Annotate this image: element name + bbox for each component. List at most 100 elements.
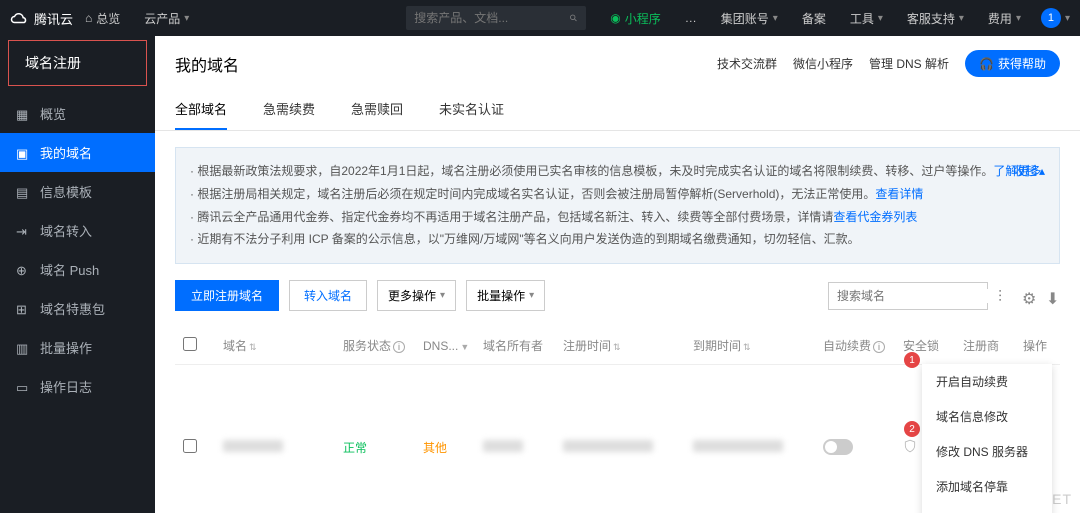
user-avatar[interactable]: 1: [1041, 8, 1061, 28]
filter-icon: ▼: [460, 342, 469, 352]
tab-unverified[interactable]: 未实名认证: [439, 89, 504, 130]
chevron-down-icon: ▾: [1016, 13, 1021, 24]
dd-download-cert[interactable]: 下载域名证书: [922, 504, 1052, 513]
page-header: 我的域名 技术交流群 微信小程序 管理 DNS 解析 🎧 获得帮助: [155, 36, 1080, 77]
annotation-badge-2: 2: [904, 421, 920, 437]
dd-modify-info[interactable]: 域名信息修改: [922, 399, 1052, 434]
th-ops: 操作: [1015, 337, 1060, 354]
sidebar-item-package[interactable]: ⊞域名特惠包: [0, 289, 155, 328]
more-dropdown: 开启自动续费 域名信息修改 修改 DNS 服务器 添加域名停靠 下载域名证书 转…: [922, 364, 1052, 513]
sidebar-item-overview[interactable]: ▦概览: [0, 94, 155, 133]
grid-icon: ▦: [16, 107, 30, 121]
notice-link-2[interactable]: 查看详情: [875, 187, 923, 201]
info-icon[interactable]: i: [393, 341, 405, 353]
notice-line-4: 近期有不法分子利用 ICP 备案的公示信息，以"万维网/万域网"等名义向用户发送…: [190, 228, 1045, 251]
toolbar: 立即注册域名 转入域名 更多操作▾ 批量操作▾ ⫶ ⚙ ⬇: [155, 264, 1080, 327]
chevron-down-icon: ▾: [878, 13, 883, 24]
box-icon: ▣: [16, 146, 30, 160]
table-header: 域名⇅ 服务状态i DNS...▼ 域名所有者 注册时间⇅ 到期时间⇅ 自动续费…: [175, 327, 1060, 365]
sidebar-item-push[interactable]: ⊕域名 Push: [0, 250, 155, 289]
header-support[interactable]: 客服支持▾: [895, 0, 976, 36]
register-domain-button[interactable]: 立即注册域名: [175, 280, 279, 311]
th-regtime[interactable]: 注册时间⇅: [555, 337, 685, 354]
dd-modify-dns[interactable]: 修改 DNS 服务器: [922, 434, 1052, 469]
tab-redeem-urgent[interactable]: 急需赎回: [351, 89, 403, 130]
link-dns-manage[interactable]: 管理 DNS 解析: [869, 55, 949, 72]
notice-link-3[interactable]: 查看代金券列表: [833, 210, 917, 224]
import-icon: ⇥: [16, 224, 30, 238]
download-icon[interactable]: ⬇: [1046, 289, 1060, 303]
th-exptime[interactable]: 到期时间⇅: [685, 337, 815, 354]
log-icon: ▭: [16, 380, 30, 394]
sidebar: 域名注册 ▦概览 ▣我的域名 ▤信息模板 ⇥域名转入 ⊕域名 Push ⊞域名特…: [0, 36, 155, 513]
sidebar-item-logs[interactable]: ▭操作日志: [0, 367, 155, 406]
sort-icon: ⇅: [613, 342, 621, 352]
th-registrar: 注册商: [955, 337, 1015, 354]
dns-value: 其他: [415, 439, 475, 456]
domain-search[interactable]: [828, 282, 988, 310]
tab-renew-urgent[interactable]: 急需续费: [263, 89, 315, 130]
transfer-domain-button[interactable]: 转入域名: [289, 280, 367, 311]
info-icon[interactable]: i: [873, 341, 885, 353]
domain-value-redacted: [223, 440, 283, 452]
sidebar-item-mydomains[interactable]: ▣我的域名: [0, 133, 155, 172]
chevron-up-icon: ▴: [1039, 160, 1045, 183]
logo[interactable]: 腾讯云: [10, 9, 73, 28]
more-operations-button[interactable]: 更多操作▾: [377, 280, 456, 311]
chevron-down-icon: ▾: [184, 13, 189, 24]
link-tech-group[interactable]: 技术交流群: [717, 55, 777, 72]
miniprogram-icon: ◉: [610, 11, 620, 25]
dd-add-parking[interactable]: 添加域名停靠: [922, 469, 1052, 504]
status-value: 正常: [335, 439, 415, 456]
chevron-down-icon: ▾: [440, 290, 445, 301]
package-icon: ⊞: [16, 302, 30, 316]
header-billing[interactable]: 费用▾: [976, 0, 1033, 36]
header-overview[interactable]: ⌂ 总览: [73, 0, 132, 36]
header-beian[interactable]: 备案: [790, 0, 838, 36]
auto-renew-toggle[interactable]: [823, 439, 853, 455]
logo-text: 腾讯云: [34, 9, 73, 28]
template-icon: ▤: [16, 185, 30, 199]
batch-icon: ▥: [16, 341, 30, 355]
notice-line-2: 根据注册局相关规定，域名注册后必须在规定时间内完成域名实名认证，否则会被注册局暂…: [190, 183, 1045, 206]
sidebar-item-transfer-in[interactable]: ⇥域名转入: [0, 211, 155, 250]
header-products[interactable]: 云产品 ▾: [132, 0, 201, 36]
sidebar-item-templates[interactable]: ▤信息模板: [0, 172, 155, 211]
sidebar-item-batch[interactable]: ▥批量操作: [0, 328, 155, 367]
th-domain[interactable]: 域名⇅: [215, 337, 335, 354]
global-search[interactable]: [406, 6, 586, 30]
th-lock: 安全锁: [895, 337, 955, 354]
global-search-input[interactable]: [414, 11, 569, 25]
search-icon: [569, 11, 578, 25]
page-links: 技术交流群 微信小程序 管理 DNS 解析 🎧 获得帮助: [717, 50, 1060, 77]
chevron-down-icon: ▾: [1065, 13, 1070, 24]
cloud-logo-icon: [10, 9, 28, 27]
regtime-value-redacted: [563, 440, 653, 452]
owner-value-redacted: [483, 440, 523, 452]
main-content: 我的域名 技术交流群 微信小程序 管理 DNS 解析 🎧 获得帮助 全部域名 急…: [155, 36, 1080, 513]
annotation-badge-1: 1: [904, 352, 920, 368]
notice-collapse[interactable]: 收起▴: [1013, 160, 1045, 183]
help-button[interactable]: 🎧 获得帮助: [965, 50, 1060, 77]
page-title: 我的域名: [175, 52, 239, 76]
th-status: 服务状态i: [335, 337, 415, 354]
dd-enable-autorenew[interactable]: 开启自动续费: [922, 364, 1052, 399]
header-group-account[interactable]: 集团账号▾: [709, 0, 790, 36]
row-checkbox[interactable]: [183, 439, 197, 453]
filter-icon[interactable]: ⫶: [998, 289, 1012, 303]
home-icon: ⌂: [85, 11, 92, 25]
header-cloudmarket[interactable]: …: [673, 0, 709, 36]
select-all-checkbox[interactable]: [183, 337, 197, 351]
chevron-down-icon: ▾: [959, 13, 964, 24]
link-wechat-mini[interactable]: 微信小程序: [793, 55, 853, 72]
tab-all[interactable]: 全部域名: [175, 89, 227, 130]
batch-operations-button[interactable]: 批量操作▾: [466, 280, 545, 311]
th-owner: 域名所有者: [475, 337, 555, 354]
notice-box: 根据最新政策法规要求，自2022年1月1日起，域名注册必须使用已实名审核的信息模…: [175, 147, 1060, 264]
header-miniprogram[interactable]: ◉ 小程序: [598, 0, 673, 36]
domain-search-input[interactable]: [837, 289, 992, 303]
header-tools[interactable]: 工具▾: [838, 0, 895, 36]
th-renew: 自动续费i: [815, 337, 895, 354]
settings-icon[interactable]: ⚙: [1022, 289, 1036, 303]
th-dns[interactable]: DNS...▼: [415, 339, 475, 353]
